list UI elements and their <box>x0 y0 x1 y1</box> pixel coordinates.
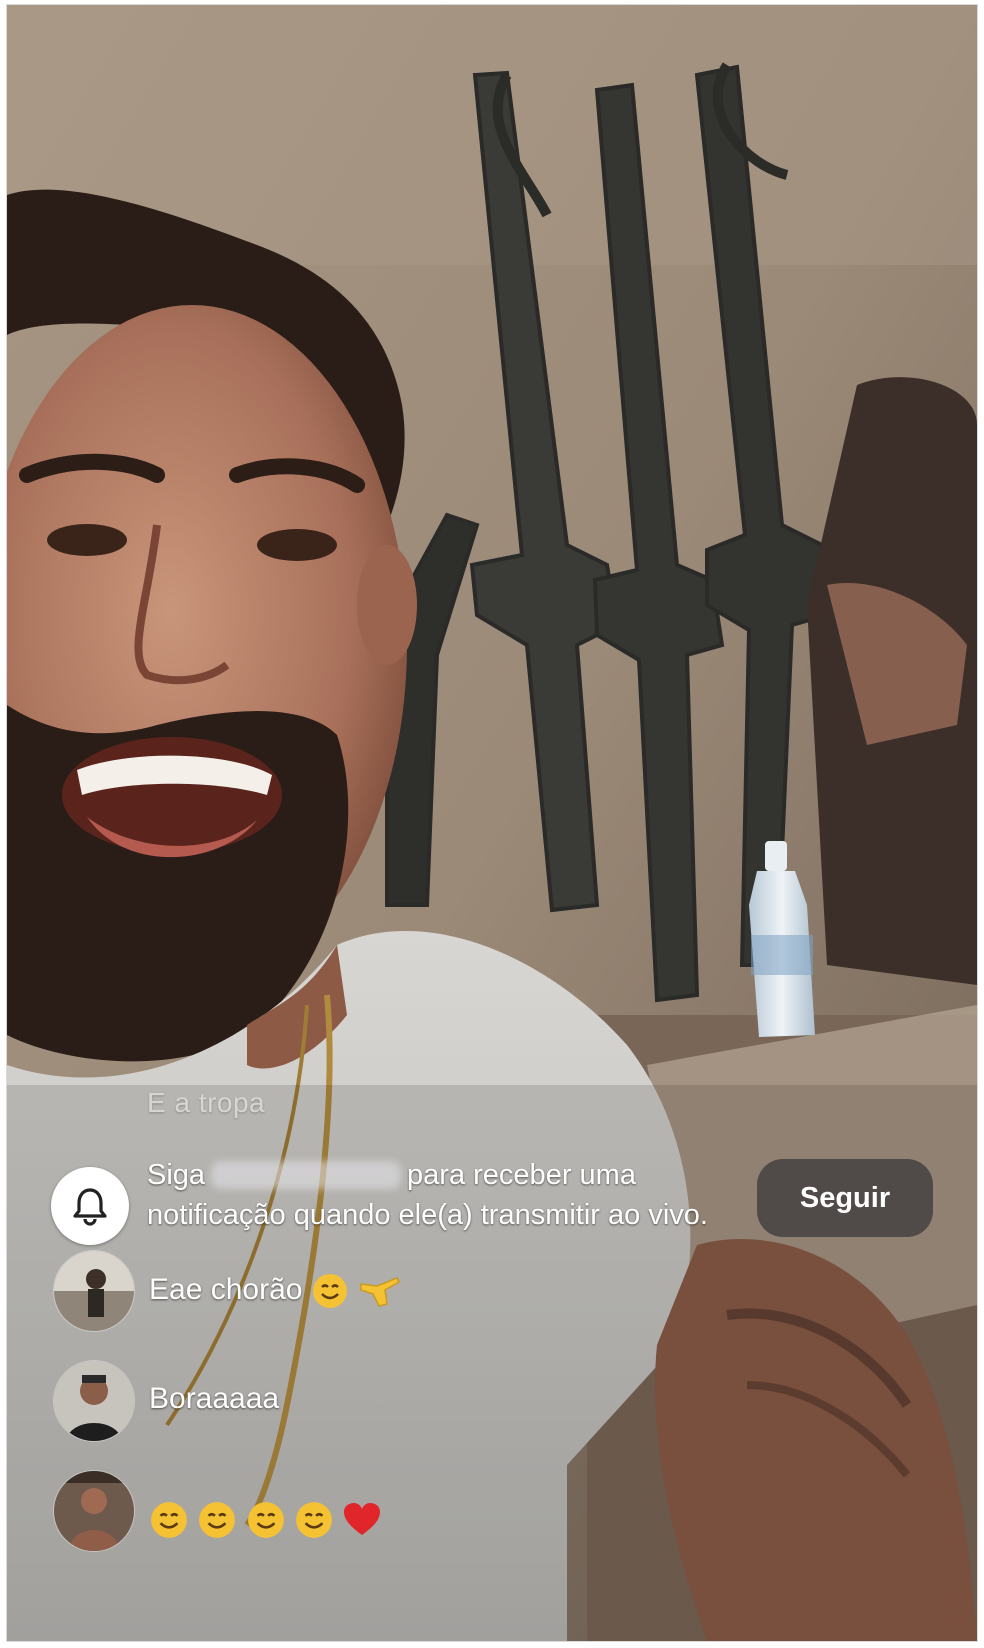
smiling-face-emoji <box>151 1502 187 1538</box>
user-avatar[interactable] <box>53 1360 135 1442</box>
smiling-face-emoji <box>199 1502 236 1538</box>
comment-item: Eae chorão <box>53 1250 753 1336</box>
follow-notification-text: Siga para receber uma notificação quando … <box>147 1155 727 1235</box>
pinched-hand-emoji <box>360 1277 401 1307</box>
red-heart-emoji <box>344 1503 381 1535</box>
follow-prefix: Siga <box>147 1159 206 1191</box>
smiling-face-emoji <box>296 1502 332 1538</box>
comment-item <box>53 1470 753 1556</box>
comment-text: Boraaaaa <box>149 1382 280 1415</box>
user-avatar[interactable] <box>53 1470 135 1552</box>
comment-text <box>149 1500 382 1540</box>
bell-icon <box>51 1167 129 1245</box>
faded-comment: E a tropa <box>147 1087 266 1118</box>
live-video-frame: E a tropa Siga para receber uma notificaç… <box>6 4 978 1642</box>
user-avatar[interactable] <box>53 1250 135 1332</box>
comment-text: Eae chorão <box>149 1272 403 1310</box>
blurred-username <box>211 1161 402 1189</box>
follow-button[interactable]: Seguir <box>757 1159 933 1237</box>
smiling-face-emoji <box>312 1274 347 1308</box>
smiling-face-emoji <box>247 1502 284 1538</box>
comment-item: Boraaaaa <box>53 1360 753 1446</box>
